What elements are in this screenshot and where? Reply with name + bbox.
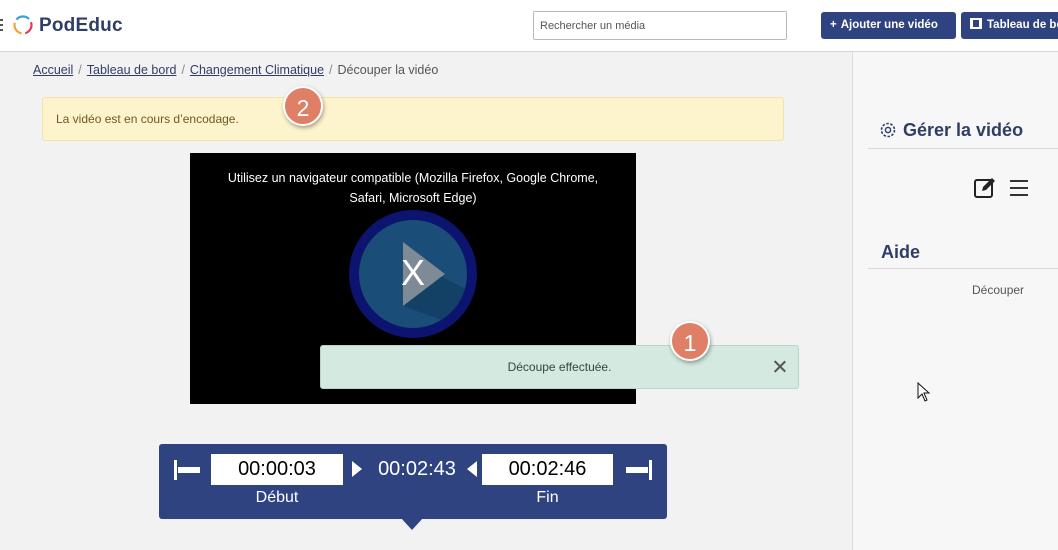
annotation-badge-2: 2 xyxy=(283,86,323,126)
help-heading: Aide xyxy=(881,242,921,262)
close-icon[interactable] xyxy=(773,359,787,373)
breadcrumb-current: Découper la vidéo xyxy=(337,63,439,77)
podeduc-logo-icon[interactable] xyxy=(12,14,34,36)
arrow-right-icon xyxy=(352,461,362,477)
gear-icon xyxy=(880,122,896,138)
film-icon xyxy=(970,18,982,29)
breadcrumb-separator: / xyxy=(78,63,82,77)
play-icon: X xyxy=(359,220,467,328)
add-video-label: Ajouter une vidéo xyxy=(840,19,938,31)
encoding-alert: La vidéo est en cours d’encodage. xyxy=(42,97,784,141)
start-time-input[interactable]: 00:00:03 xyxy=(211,454,343,485)
menu-icon[interactable] xyxy=(0,19,4,33)
breadcrumb-separator: / xyxy=(181,63,185,77)
end-time-input[interactable]: 00:02:46 xyxy=(482,454,613,485)
brand-name[interactable]: PodEduc xyxy=(39,15,123,37)
divider xyxy=(868,148,1058,149)
help-item-cut[interactable]: Découper xyxy=(972,283,1024,297)
right-sidebar: Gérer la vidéo Aide Découper xyxy=(852,52,1058,550)
breadcrumb: Accueil / Tableau de bord / Changement Clima… xyxy=(33,63,438,77)
success-toast: Découpe effectuée. xyxy=(320,345,799,389)
dashboard-button[interactable]: Tableau de bord xyxy=(961,12,1058,39)
manage-video-title: Gérer la vidéo xyxy=(903,120,1024,140)
mouse-cursor-icon xyxy=(917,382,931,402)
toast-message: Découpe effectuée. xyxy=(507,360,612,374)
cut-controls-pointer xyxy=(401,518,423,530)
end-label: Fin xyxy=(536,489,559,506)
breadcrumb-dashboard[interactable]: Tableau de bord xyxy=(87,63,177,77)
list-icon[interactable] xyxy=(1010,180,1028,196)
cut-duration: 00:02:43 xyxy=(378,458,456,480)
breadcrumb-separator: / xyxy=(329,63,333,77)
breadcrumb-video[interactable]: Changement Climatique xyxy=(190,63,324,77)
unsupported-x-icon: X xyxy=(400,252,425,293)
breadcrumb-home[interactable]: Accueil xyxy=(33,63,73,77)
start-label: Début xyxy=(255,489,299,506)
top-header: PodEduc +Ajouter une vidéo Tableau de bo… xyxy=(0,0,1058,52)
dashboard-label: Tableau de bord xyxy=(987,19,1058,31)
search-input[interactable] xyxy=(533,11,787,40)
cut-controls: 00:00:03 00:02:43 00:02:46 Début Fin xyxy=(159,444,667,519)
jump-to-end-icon[interactable] xyxy=(626,460,652,480)
arrow-left-icon xyxy=(467,461,477,477)
plus-icon: + xyxy=(830,19,837,31)
divider xyxy=(868,268,1058,269)
manage-video-heading: Gérer la vidéo xyxy=(879,120,1023,141)
browser-compat-message: Utilisez un navigateur compatible (Mozil… xyxy=(227,171,599,205)
edit-icon[interactable] xyxy=(973,176,997,200)
add-video-button[interactable]: + Ajouter une vidéo xyxy=(821,12,956,39)
jump-to-start-icon[interactable] xyxy=(174,460,200,480)
annotation-badge-1: 1 xyxy=(670,321,710,361)
play-button[interactable]: X xyxy=(349,210,477,338)
